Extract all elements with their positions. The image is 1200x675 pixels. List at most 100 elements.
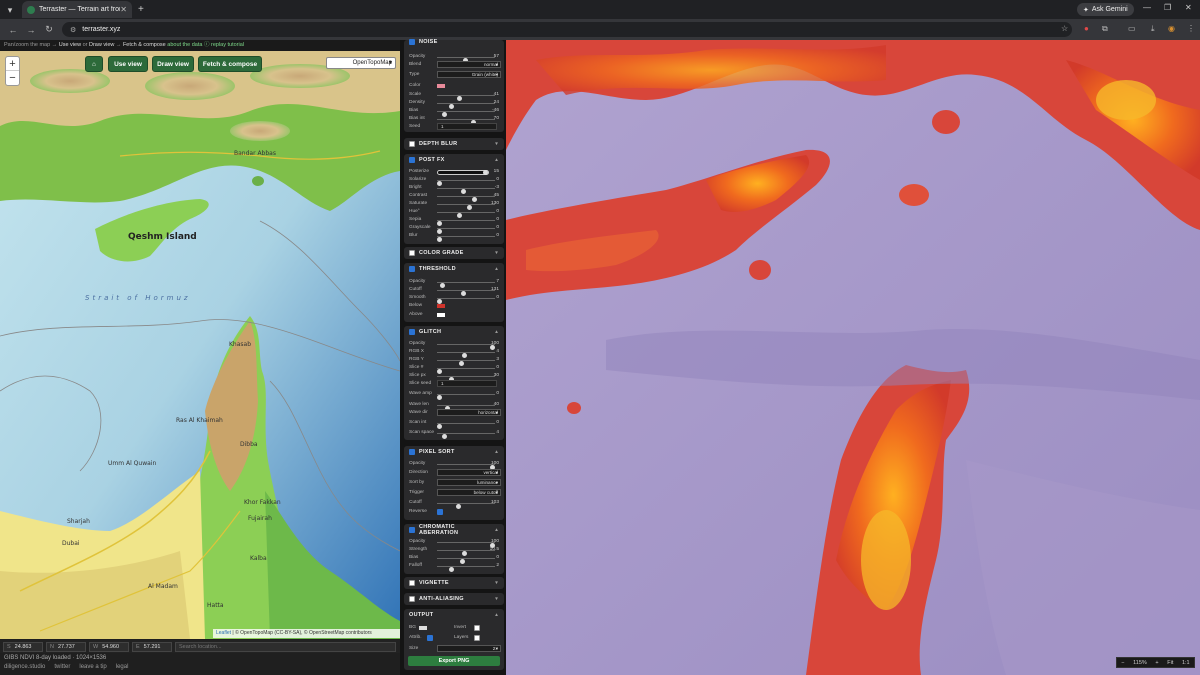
site-info-icon[interactable]: ⚙ xyxy=(70,26,76,34)
zoom-in-button[interactable]: + xyxy=(6,57,19,71)
output-canvas[interactable] xyxy=(506,40,1200,675)
bookmark-star-icon[interactable]: ☆ xyxy=(1061,24,1068,33)
draw-view-button[interactable]: Draw view xyxy=(152,56,194,72)
threshold-cutoff-slider[interactable]: Cutoff 131 xyxy=(404,286,504,296)
east-field[interactable]: E 57.291 xyxy=(132,641,172,652)
canvas-fit-button[interactable]: Fit xyxy=(1167,660,1173,666)
extensions-icon[interactable]: ⧉ xyxy=(1102,24,1108,34)
about-data-link[interactable]: about the data ⓘ xyxy=(167,42,209,48)
grayscale-slider[interactable]: Grayscale 0 xyxy=(404,224,504,234)
noise-type-select[interactable]: Type Grain (white) ▾ xyxy=(404,71,504,79)
scan-int-slider[interactable]: Scan int 0 xyxy=(404,419,504,429)
restore-icon[interactable]: ❐ xyxy=(1164,3,1171,12)
vignette-header[interactable]: VIGNETTE ▾ xyxy=(404,577,504,589)
close-tab-icon[interactable]: ✕ xyxy=(120,5,127,14)
glitch-header[interactable]: GLITCH ▴ xyxy=(404,326,504,338)
use-view-button[interactable]: Use view xyxy=(108,56,148,72)
bg-color-swatch[interactable] xyxy=(419,625,427,630)
footer-link[interactable]: legal xyxy=(116,664,129,670)
anti-aliasing-checkbox[interactable] xyxy=(409,596,415,602)
sort-reverse-toggle[interactable]: Reverse xyxy=(404,508,504,516)
sort-cutoff-slider[interactable]: Cutoff 103 xyxy=(404,499,504,509)
chromatic-header[interactable]: CHROMATIC ABERRATION ▴ xyxy=(404,524,504,536)
footer-link[interactable]: leave a tip xyxy=(79,664,106,670)
leaflet-link[interactable]: Leaflet xyxy=(216,630,231,636)
color-grade-header[interactable]: COLOR GRADE ▾ xyxy=(404,247,504,259)
glitch-opacity-slider[interactable]: Opacity 100 xyxy=(404,340,504,350)
reload-icon[interactable]: ↻ xyxy=(44,24,54,35)
zoom-out-button[interactable]: − xyxy=(6,71,19,85)
noise-bias-slider[interactable]: Bias -46 xyxy=(404,107,504,117)
reverse-checkbox[interactable] xyxy=(437,509,443,515)
noise-checkbox[interactable] xyxy=(409,39,415,45)
posterize-slider[interactable]: Posterize 15 xyxy=(404,168,504,176)
slice-seed-input[interactable]: Slice seed 1 xyxy=(404,380,504,388)
noise-density-slider[interactable]: Density 24 xyxy=(404,99,504,109)
canvas-zoom-out-button[interactable]: − xyxy=(1121,660,1124,666)
hue-slider[interactable]: Hue° 0 xyxy=(404,208,504,218)
output-header[interactable]: OUTPUT ▴ xyxy=(404,609,504,621)
wave-dir-select[interactable]: Wave dir horizontal ▾ xyxy=(404,409,504,417)
sort-trigger-select[interactable]: Trigger below cutoff ▾ xyxy=(404,489,504,497)
post-fx-header[interactable]: POST FX ▴ xyxy=(404,154,504,166)
ask-gemini-button[interactable]: ✦ Ask Gemini xyxy=(1077,3,1134,16)
sort-by-select[interactable]: Sort by luminance ▾ xyxy=(404,479,504,487)
vignette-checkbox[interactable] xyxy=(409,580,415,586)
basemap-select[interactable]: OpenTopoMap ▾ xyxy=(326,57,396,69)
close-window-icon[interactable]: ✕ xyxy=(1185,3,1192,12)
anti-aliasing-header[interactable]: ANTI-ALIASING ▾ xyxy=(404,593,504,605)
pixel-sort-opacity-slider[interactable]: Opacity 100 xyxy=(404,460,504,470)
wave-len-slider[interactable]: Wave len 40 xyxy=(404,401,504,411)
minimize-icon[interactable]: — xyxy=(1143,3,1151,12)
invert-checkbox[interactable] xyxy=(474,625,480,631)
south-field[interactable]: S 24.863 xyxy=(3,641,43,652)
attrib-checkbox[interactable] xyxy=(427,635,433,641)
solarize-slider[interactable]: Solarize 0 xyxy=(404,176,504,186)
profile-avatar-icon[interactable]: ◉ xyxy=(1168,24,1175,33)
cast-icon[interactable]: ▭ xyxy=(1128,24,1136,33)
slice-count-slider[interactable]: Slice #0 xyxy=(404,364,504,374)
rgb-x-slider[interactable]: RGB X4 xyxy=(404,348,504,358)
forward-icon[interactable]: → xyxy=(26,25,36,35)
tab-search-icon[interactable]: ▾ xyxy=(3,3,17,17)
west-field[interactable]: W 54.960 xyxy=(89,641,129,652)
download-icon[interactable]: ⤓ xyxy=(1151,24,1155,34)
noise-opacity-slider[interactable]: Opacity 57 xyxy=(404,53,504,63)
extension-red-icon[interactable]: ● xyxy=(1084,24,1089,33)
noise-seed-input[interactable]: Seed 1 xyxy=(404,123,504,131)
chromatic-strength-slider[interactable]: Strength 10.5 xyxy=(404,546,504,556)
chromatic-checkbox[interactable] xyxy=(409,527,415,533)
sort-direction-select[interactable]: Direction vertical ▾ xyxy=(404,469,504,477)
wave-amp-slider[interactable]: Wave amp 0 xyxy=(404,390,504,400)
post-fx-checkbox[interactable] xyxy=(409,157,415,163)
depth-blur-header[interactable]: DEPTH BLUR ▾ xyxy=(404,138,504,150)
chromatic-opacity-slider[interactable]: Opacity 100 xyxy=(404,538,504,548)
new-tab-icon[interactable]: + xyxy=(138,4,144,15)
saturate-slider[interactable]: Saturate 130 xyxy=(404,200,504,210)
url-field[interactable]: ⚙ terraster.xyz xyxy=(62,22,1072,37)
source-map[interactable] xyxy=(0,51,400,639)
noise-scale-slider[interactable]: Scale 41 xyxy=(404,91,504,101)
noise-bias-int-slider[interactable]: Bias int 70 xyxy=(404,115,504,125)
noise-header[interactable]: NOISE xyxy=(404,38,504,46)
export-png-button[interactable]: Export PNG xyxy=(408,656,500,666)
threshold-smooth-slider[interactable]: Smooth 0 xyxy=(404,294,504,304)
slice-px-slider[interactable]: Slice px 30 xyxy=(404,372,504,382)
back-icon[interactable]: ← xyxy=(8,25,18,35)
replay-tutorial-link[interactable]: replay tutorial xyxy=(211,42,244,48)
glitch-checkbox[interactable] xyxy=(409,329,415,335)
rgb-y-slider[interactable]: RGB Y3 xyxy=(404,356,504,366)
footer-link[interactable]: twitter xyxy=(54,664,70,670)
noise-color-picker[interactable]: Color xyxy=(404,82,504,90)
chromatic-falloff-slider[interactable]: Falloff 2 xyxy=(404,562,504,572)
footer-link[interactable]: diligence.studio xyxy=(4,664,45,670)
depth-blur-checkbox[interactable] xyxy=(409,141,415,147)
north-field[interactable]: N 27.737 xyxy=(46,641,86,652)
threshold-checkbox[interactable] xyxy=(409,266,415,272)
blur-slider[interactable]: Blur 0 xyxy=(404,232,504,242)
sepia-slider[interactable]: Sepia 0 xyxy=(404,216,504,226)
home-button[interactable]: ⌂ xyxy=(85,56,103,72)
layers-checkbox[interactable] xyxy=(474,635,480,641)
pixel-sort-checkbox[interactable] xyxy=(409,449,415,455)
pixel-sort-header[interactable]: PIXEL SORT ▴ xyxy=(404,446,504,458)
